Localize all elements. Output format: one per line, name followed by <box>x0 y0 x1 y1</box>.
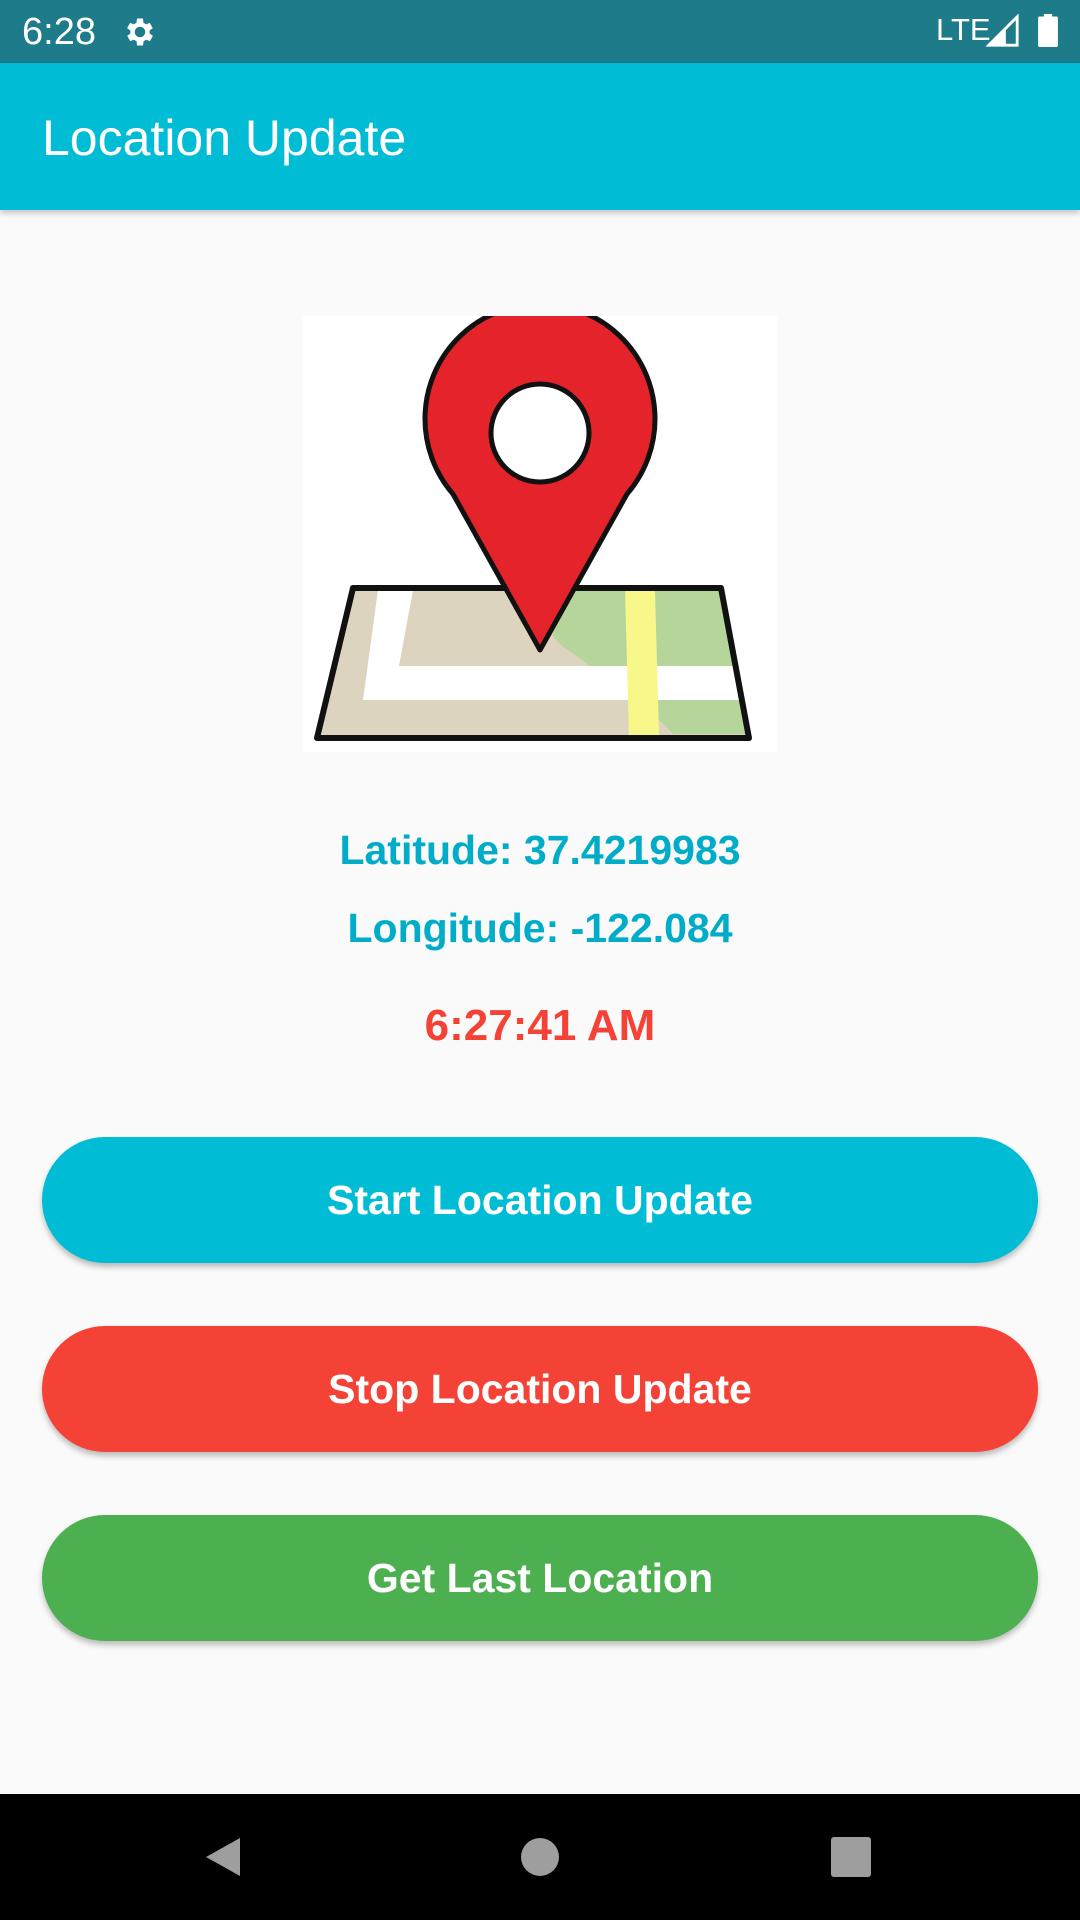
battery-icon <box>1038 14 1058 47</box>
stop-location-update-button[interactable]: Stop Location Update <box>42 1326 1038 1452</box>
status-bar: 6:28 LTE <box>0 0 1080 63</box>
signal-icon <box>985 14 1019 47</box>
network-type-label: LTE <box>936 12 991 47</box>
last-update-time: 6:27:41 AM <box>424 1001 656 1050</box>
map-location-pin-icon <box>303 316 777 752</box>
app-screen: 6:28 LTE Location Update Latitude: 37.42… <box>0 0 1080 1920</box>
start-location-update-button[interactable]: Start Location Update <box>42 1137 1038 1263</box>
home-icon[interactable] <box>515 1832 565 1882</box>
recent-apps-icon[interactable] <box>826 1832 876 1882</box>
app-bar: Location Update <box>0 63 1080 210</box>
status-time: 6:28 <box>22 11 96 53</box>
back-icon[interactable] <box>200 1832 250 1882</box>
get-last-location-button[interactable]: Get Last Location <box>42 1515 1038 1641</box>
navigation-bar <box>0 1794 1080 1920</box>
gear-icon <box>127 18 153 46</box>
app-title: Location Update <box>42 110 407 166</box>
longitude-text: Longitude: -122.084 <box>347 905 733 951</box>
latitude-text: Latitude: 37.4219983 <box>339 827 741 873</box>
